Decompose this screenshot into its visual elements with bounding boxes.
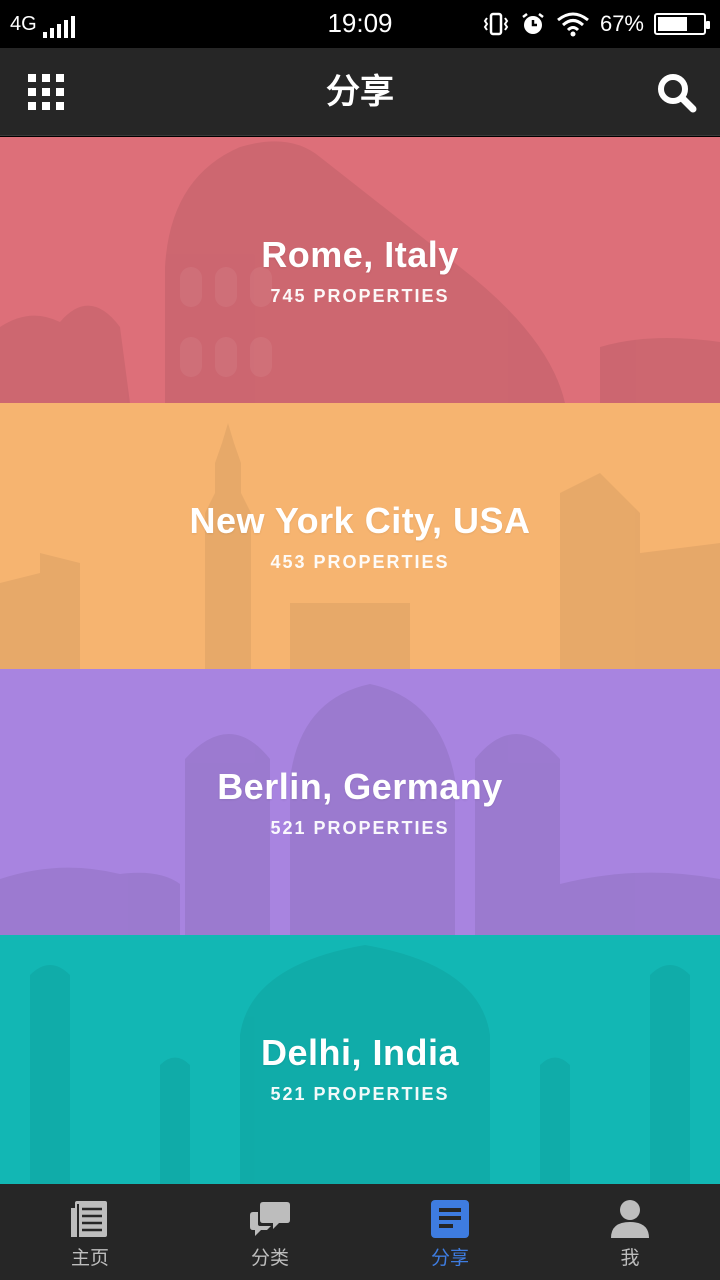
search-icon[interactable] [656,72,698,114]
status-bar: 4G 19:09 67% [0,0,720,48]
property-count: 453 PROPERTIES [270,551,450,572]
alarm-icon [522,13,544,34]
property-count: 521 PROPERTIES [270,817,450,838]
app-bar: 分享 [0,48,720,136]
status-icons: 67% [482,8,710,40]
battery-icon [654,13,710,35]
document-icon [431,1200,469,1238]
user-icon [611,1200,649,1238]
city-card-rome[interactable]: Rome, Italy 745 PROPERTIES [0,137,720,403]
tab-label: 分类 [250,1248,289,1269]
wifi-icon [557,12,589,37]
city-card-berlin[interactable]: Berlin, Germany 521 PROPERTIES [0,669,720,935]
battery-percent: 67% [599,11,644,36]
tab-label: 我 [620,1248,640,1269]
tab-label: 主页 [70,1248,109,1269]
city-name: New York City, USA [189,499,531,541]
bottom-nav: 主页 分类 分享 我 [0,1184,720,1280]
city-name: Berlin, Germany [217,765,503,807]
tab-home[interactable]: 主页 [0,1184,180,1280]
tab-label: 分享 [430,1248,469,1269]
city-name: Rome, Italy [261,233,459,275]
city-card-new-york[interactable]: New York City, USA 453 PROPERTIES [0,403,720,669]
page-title: 分享 [326,73,394,111]
tab-me[interactable]: 我 [540,1184,720,1280]
vibrate-icon [483,12,509,36]
city-name: Delhi, India [260,1031,460,1073]
tab-share[interactable]: 分享 [360,1184,540,1280]
tab-category[interactable]: 分类 [180,1184,360,1280]
property-count: 521 PROPERTIES [270,1083,450,1104]
chat-icon [250,1202,290,1236]
city-card-delhi[interactable]: Delhi, India 521 PROPERTIES [0,935,720,1184]
city-list: Rome, Italy 745 PROPERTIES New York City… [0,137,720,1184]
news-icon [71,1201,107,1237]
property-count: 745 PROPERTIES [270,285,450,306]
